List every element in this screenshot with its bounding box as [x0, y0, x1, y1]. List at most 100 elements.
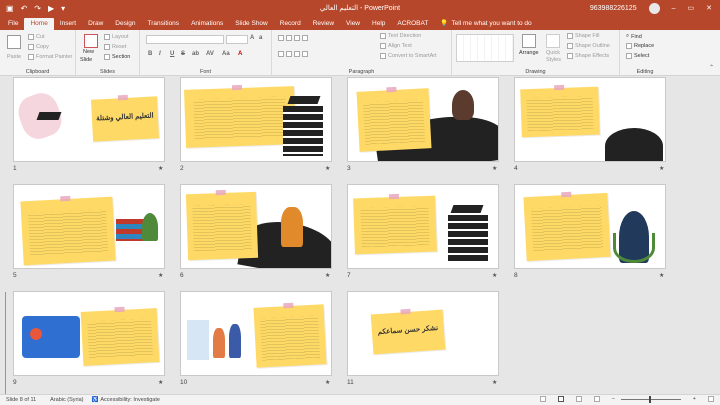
reset-button[interactable]: Reset — [104, 44, 126, 50]
undo-icon[interactable]: ↶ — [21, 4, 28, 13]
slideshow-view-icon[interactable] — [593, 396, 600, 402]
new-slide-button[interactable]: New — [83, 49, 94, 55]
slide-thumbnail[interactable] — [347, 77, 499, 162]
shapes-gallery[interactable] — [456, 34, 514, 62]
tape-decoration — [561, 191, 572, 198]
zoom-slider[interactable] — [620, 395, 681, 403]
zoom-in-button[interactable]: + — [693, 396, 696, 402]
text-lines — [28, 208, 108, 258]
shape-effects-label: Shape Effects — [575, 53, 610, 59]
language-indicator[interactable]: Arabic (Syria) — [50, 397, 83, 403]
tab-view[interactable]: View — [340, 18, 366, 30]
bullet-list-icon — [278, 35, 284, 41]
italic-button[interactable]: I — [159, 51, 161, 57]
format-painter-button[interactable]: Format Painter — [28, 54, 72, 60]
normal-view-icon[interactable] — [539, 396, 546, 402]
text-direction-button[interactable]: Text Direction — [380, 33, 421, 39]
fit-to-window-icon[interactable] — [708, 396, 714, 402]
quick-styles-icon[interactable] — [546, 34, 560, 48]
slide-thumbnail[interactable] — [347, 184, 499, 269]
zoom-out-button[interactable]: – — [612, 396, 615, 402]
shape-fill-button[interactable]: Shape Fill — [567, 33, 599, 39]
bold-button[interactable]: B — [148, 51, 152, 57]
tell-me-search[interactable]: 💡 Tell me what you want to do — [434, 17, 537, 30]
text-note — [20, 195, 116, 266]
strikethrough-button[interactable]: S — [181, 51, 185, 57]
editing-group: ⌕ Find Replace Select Editing — [620, 30, 670, 76]
tab-record[interactable]: Record — [274, 18, 307, 30]
font-name-combo[interactable] — [146, 35, 224, 44]
select-button[interactable]: Select — [626, 53, 649, 59]
accessibility-status[interactable]: Accessibility: Investigate — [100, 397, 160, 403]
tab-acrobat[interactable]: ACROBAT — [391, 18, 434, 30]
replace-button[interactable]: Replace — [626, 43, 654, 49]
tab-draw[interactable]: Draw — [82, 18, 109, 30]
spacing-button[interactable]: AV — [206, 51, 214, 57]
tab-design[interactable]: Design — [109, 18, 141, 30]
tab-animations[interactable]: Animations — [185, 18, 229, 30]
user-name[interactable]: 963988226125 — [590, 5, 637, 12]
avatar[interactable] — [648, 2, 660, 14]
customize-toolbar-icon[interactable]: ▾ — [61, 4, 65, 13]
slide-thumbnail[interactable] — [13, 184, 165, 269]
slide-thumbnail[interactable]: نشكر حسن سماعكم — [347, 291, 499, 376]
cut-button[interactable]: Cut — [28, 34, 45, 40]
quick-styles-button-2[interactable]: Styles — [546, 57, 561, 63]
copy-button[interactable]: Copy — [28, 44, 49, 50]
restore-button[interactable]: ▭ — [688, 4, 695, 12]
tab-file[interactable]: File — [2, 18, 24, 30]
font-size-combo[interactable] — [226, 35, 248, 44]
minimize-button[interactable]: – — [672, 5, 676, 12]
copy-icon — [28, 44, 34, 50]
slide-thumbnail[interactable] — [180, 77, 332, 162]
slide-thumbnail[interactable] — [514, 184, 666, 269]
find-button[interactable]: ⌕ Find — [626, 33, 642, 40]
present-from-beginning-icon[interactable]: ▶ — [48, 4, 54, 13]
text-direction-icon — [380, 33, 386, 39]
paragraph-label: Paragraph — [348, 69, 375, 75]
new-slide-icon[interactable] — [84, 34, 98, 48]
align-text-label: Align Text — [388, 43, 412, 49]
redo-icon[interactable]: ↷ — [34, 4, 41, 13]
paste-icon[interactable] — [7, 35, 21, 49]
shrink-font-icon[interactable]: a — [259, 35, 262, 41]
shape-outline-button[interactable]: Shape Outline — [567, 43, 610, 49]
layout-button[interactable]: Layout — [104, 34, 129, 40]
align-icons[interactable] — [278, 51, 308, 57]
underline-button[interactable]: U — [170, 51, 174, 57]
slide-thumbnail[interactable]: التعليم العالي وشتلة — [13, 77, 165, 162]
slide-thumbnail[interactable] — [180, 184, 332, 269]
tab-slide-show[interactable]: Slide Show — [229, 18, 274, 30]
slide-thumbnail[interactable] — [180, 291, 332, 376]
text-lines — [259, 315, 321, 361]
arrange-button[interactable]: Arrange — [519, 50, 539, 56]
align-text-button[interactable]: Align Text — [380, 43, 412, 49]
slide-sorter-view-icon[interactable] — [557, 396, 564, 402]
font-color-button[interactable]: A — [238, 51, 242, 57]
tab-transitions[interactable]: Transitions — [142, 18, 186, 30]
save-icon[interactable]: ▣ — [6, 4, 14, 13]
convert-smartart-button[interactable]: Convert to SmartArt — [380, 53, 437, 59]
grow-font-icon[interactable]: A — [250, 35, 254, 41]
new-slide-button-2[interactable]: Slide — [80, 57, 92, 63]
paste-button[interactable]: Paste — [7, 54, 21, 60]
tab-review[interactable]: Review — [307, 18, 340, 30]
paint-bucket-icon — [567, 33, 573, 39]
transition-star-icon: ★ — [659, 273, 665, 279]
collapse-ribbon-icon[interactable]: ⌃ — [709, 64, 714, 71]
arrange-icon[interactable] — [522, 34, 536, 48]
section-button[interactable]: Section — [104, 54, 130, 60]
close-button[interactable]: ✕ — [706, 4, 712, 12]
bullets-icon[interactable] — [278, 35, 308, 41]
tab-help[interactable]: Help — [366, 18, 391, 30]
shadow-button[interactable]: ab — [192, 51, 199, 57]
tab-home[interactable]: Home — [24, 18, 54, 30]
tape-decoration — [117, 94, 129, 101]
slide-thumbnail[interactable] — [13, 291, 165, 376]
shape-effects-button[interactable]: Shape Effects — [567, 53, 609, 59]
change-case-button[interactable]: Aa — [222, 51, 230, 57]
reading-view-icon[interactable] — [575, 396, 582, 402]
quick-styles-button[interactable]: Quick — [546, 50, 560, 56]
tab-insert[interactable]: Insert — [54, 18, 82, 30]
slide-thumbnail[interactable] — [514, 77, 666, 162]
